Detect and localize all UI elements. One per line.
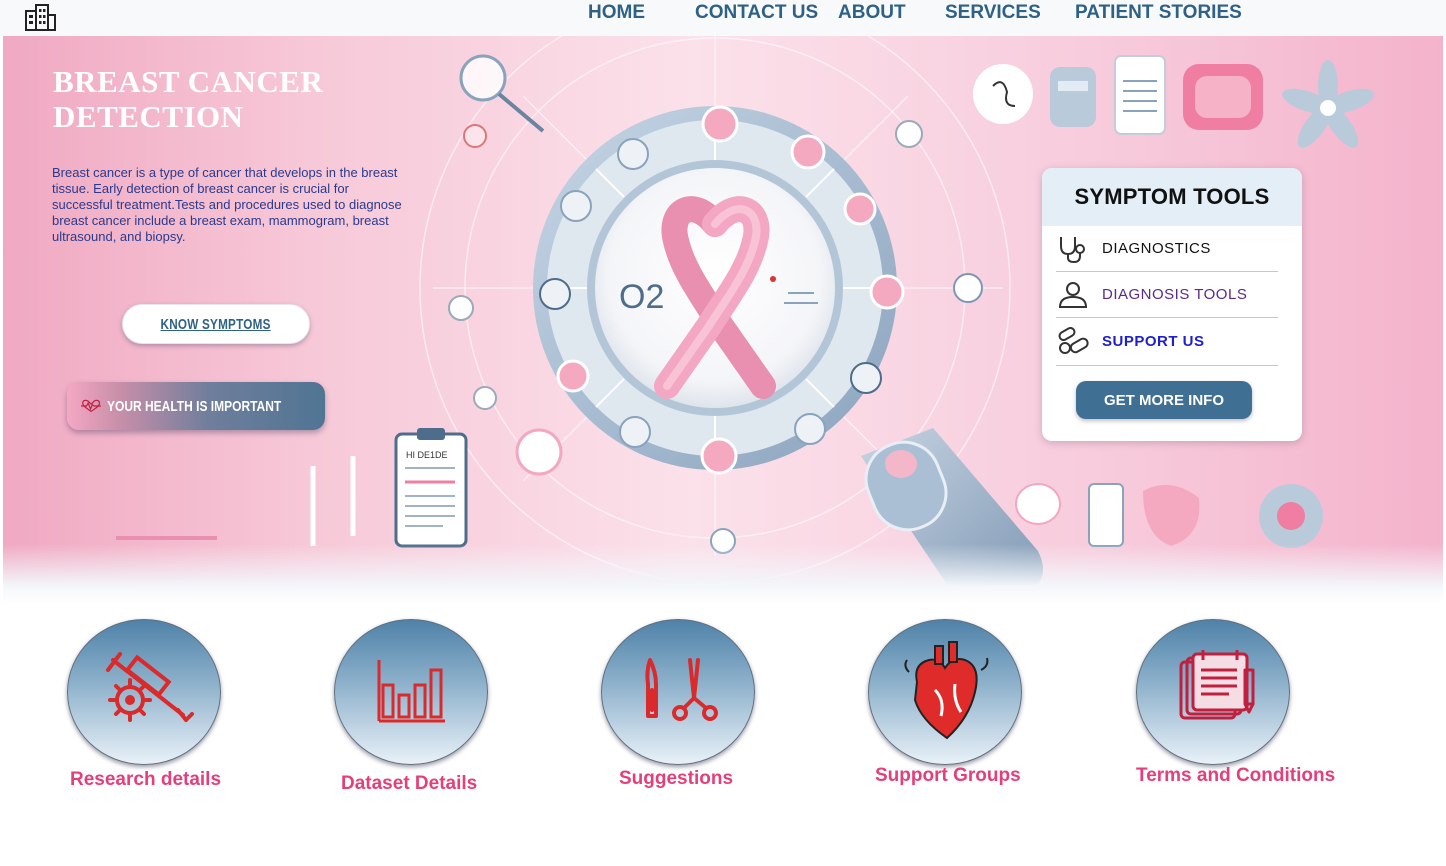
- heartbeat-icon: [81, 399, 102, 413]
- hero-bottom-fade: [3, 544, 1443, 604]
- symptom-tools-header: SYMPTOM TOOLS: [1042, 168, 1302, 226]
- feature-circle[interactable]: [67, 619, 221, 765]
- hero-title: BREAST CANCER DETECTION: [53, 64, 324, 134]
- feature-label[interactable]: Research details: [70, 769, 221, 791]
- nav-contact-us[interactable]: CONTACT US: [695, 2, 818, 24]
- document-list-icon: [1179, 650, 1255, 720]
- symptom-tools-title: SYMPTOM TOOLS: [1074, 184, 1270, 209]
- nav-about[interactable]: ABOUT: [838, 2, 906, 24]
- tool-label-diagnostics: DIAGNOSTICS: [1102, 240, 1211, 257]
- nav-home[interactable]: HOME: [588, 2, 645, 24]
- feature-circle[interactable]: [1136, 619, 1290, 765]
- tool-label-diagnosis-tools: DIAGNOSIS TOOLS: [1102, 286, 1248, 303]
- feature-label[interactable]: Suggestions: [619, 768, 733, 790]
- tool-item-diagnostics[interactable]: DIAGNOSTICS: [1056, 226, 1278, 272]
- surgical-tools-icon: [645, 658, 718, 721]
- feature-circle[interactable]: [334, 619, 488, 765]
- your-health-label: YOUR HEALTH IS IMPORTANT: [107, 397, 282, 415]
- symptom-tools-card: SYMPTOM TOOLS DIAGNOSTICS DIAGNOSIS TOOL…: [1042, 168, 1302, 441]
- know-symptoms-label: KNOW SYMPTOMS: [160, 315, 272, 333]
- top-navigation-bar: HOME CONTACT US ABOUT SERVICES PATIENT S…: [0, 0, 1446, 36]
- pills-icon: [1058, 326, 1089, 354]
- hero-description: Breast cancer is a type of cancer that d…: [52, 165, 402, 244]
- feature-label[interactable]: Support Groups: [875, 765, 1021, 787]
- clipboard-text: HI DE1DE: [406, 450, 448, 460]
- feature-circle[interactable]: [868, 619, 1022, 765]
- stethoscope-icon: [1060, 236, 1085, 263]
- nav-patient-stories[interactable]: PATIENT STORIES: [1075, 2, 1242, 24]
- feature-label[interactable]: Terms and Conditions: [1136, 765, 1335, 787]
- your-health-button[interactable]: YOUR HEALTH IS IMPORTANT: [67, 382, 325, 430]
- bar-chart-icon: [377, 660, 445, 723]
- lens-text: O2: [619, 278, 664, 316]
- user-icon: [1058, 281, 1088, 308]
- building-icon[interactable]: [24, 3, 56, 31]
- tool-item-support-us[interactable]: SUPPORT US: [1056, 318, 1278, 366]
- get-more-info-button[interactable]: GET MORE INFO: [1076, 381, 1252, 419]
- feature-label[interactable]: Dataset Details: [341, 773, 477, 795]
- nav-services[interactable]: SERVICES: [945, 2, 1041, 24]
- tool-label-support-us: SUPPORT US: [1102, 333, 1205, 350]
- syringe-virus-icon: [106, 652, 194, 722]
- feature-circle[interactable]: [601, 619, 755, 765]
- tool-item-diagnosis-tools[interactable]: DIAGNOSIS TOOLS: [1056, 272, 1278, 318]
- heart-organ-icon: [904, 641, 989, 740]
- hero-banner: O2 HI DE1DE BREAST CANCER DETECTION Brea…: [3, 36, 1443, 604]
- know-symptoms-button[interactable]: KNOW SYMPTOMS: [122, 304, 310, 344]
